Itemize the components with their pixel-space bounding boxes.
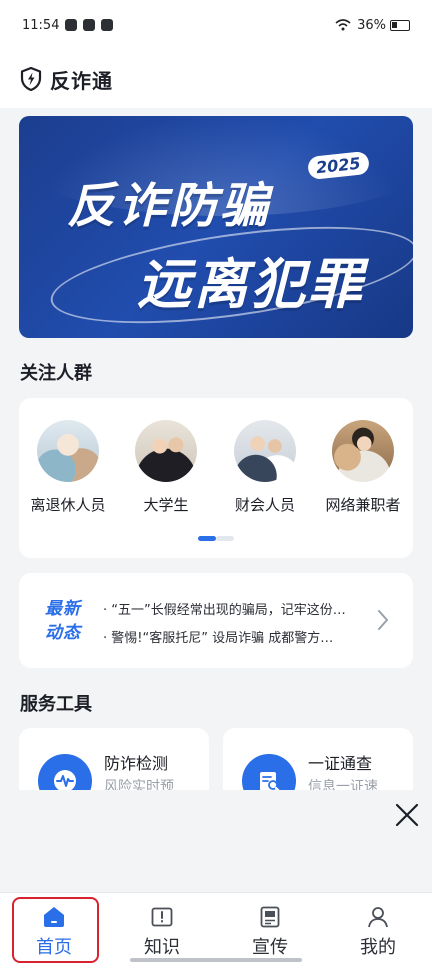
- news-item[interactable]: · 警惕!“客服托尼” 设局诈骗 成都警方…: [103, 627, 375, 646]
- book-icon: [151, 907, 173, 927]
- graduates-photo: [135, 420, 197, 482]
- home-indicator[interactable]: [130, 958, 302, 962]
- tool-name: 防诈检测: [104, 754, 169, 773]
- notification-app-icon: [101, 19, 114, 31]
- accountants-photo: [234, 420, 296, 482]
- hero-banner[interactable]: 2025 反诈防骗 远离犯罪 ✦: [19, 116, 413, 338]
- tab-profile[interactable]: 我的: [324, 893, 432, 964]
- groups-section-title: 关注人群: [20, 363, 92, 384]
- notification-app-icon: [65, 19, 78, 31]
- news-badge-line1: 最新: [45, 599, 81, 619]
- group-item-accountants[interactable]: 财会人员: [215, 420, 315, 515]
- close-icon[interactable]: [394, 802, 420, 828]
- chevron-right-icon[interactable]: [377, 609, 389, 631]
- floating-overlay: [0, 790, 432, 892]
- tab-label: 我的: [360, 937, 396, 958]
- status-bar: 11:54 36%: [0, 0, 432, 50]
- news-badge-line2: 动态: [45, 623, 81, 643]
- online-parttime-photo: [332, 420, 394, 482]
- groups-card: 离退休人员 大学生 财会人员 网络兼职者: [19, 398, 413, 558]
- tab-promotion[interactable]: 宣传: [216, 893, 324, 964]
- status-time: 11:54: [22, 17, 60, 33]
- notification-app-icon: [83, 19, 96, 31]
- poster-icon: [260, 906, 280, 928]
- group-label: 大学生: [143, 496, 189, 514]
- battery-icon: [390, 19, 410, 31]
- tab-label: 知识: [144, 937, 180, 958]
- app-header: 反诈通: [0, 50, 432, 108]
- app-title: 反诈通: [50, 68, 113, 93]
- carousel-pager: [198, 536, 234, 541]
- home-tab-highlight: [12, 897, 99, 963]
- banner-headline-2: 远离犯罪: [137, 253, 365, 316]
- tool-name: 一证通查: [308, 754, 373, 773]
- wifi-icon: [335, 19, 351, 31]
- pager-dot: [216, 536, 234, 541]
- user-icon: [368, 907, 388, 928]
- retirees-photo: [37, 420, 99, 482]
- tab-label: 宣传: [252, 937, 288, 958]
- group-item-students[interactable]: 大学生: [116, 420, 216, 515]
- group-label: 财会人员: [234, 496, 295, 514]
- tab-knowledge[interactable]: 知识: [108, 893, 216, 964]
- pager-dot-active: [198, 536, 216, 541]
- group-item-online-parttime[interactable]: 网络兼职者: [313, 420, 413, 515]
- battery-percent: 36%: [357, 17, 386, 33]
- news-badge: 最新 动态: [45, 597, 93, 645]
- group-item-retirees[interactable]: 离退休人员: [18, 420, 118, 515]
- news-card[interactable]: 最新 动态 · “五一”长假经常出现的骗局，记牢这份… · 警惕!“客服托尼” …: [19, 573, 413, 668]
- banner-headline-1: 反诈防骗: [67, 178, 272, 234]
- group-label: 网络兼职者: [325, 496, 401, 514]
- shield-icon: [20, 67, 42, 91]
- group-label: 离退休人员: [30, 496, 106, 514]
- services-section-title: 服务工具: [20, 694, 92, 715]
- news-item[interactable]: · “五一”长假经常出现的骗局，记牢这份…: [103, 599, 375, 618]
